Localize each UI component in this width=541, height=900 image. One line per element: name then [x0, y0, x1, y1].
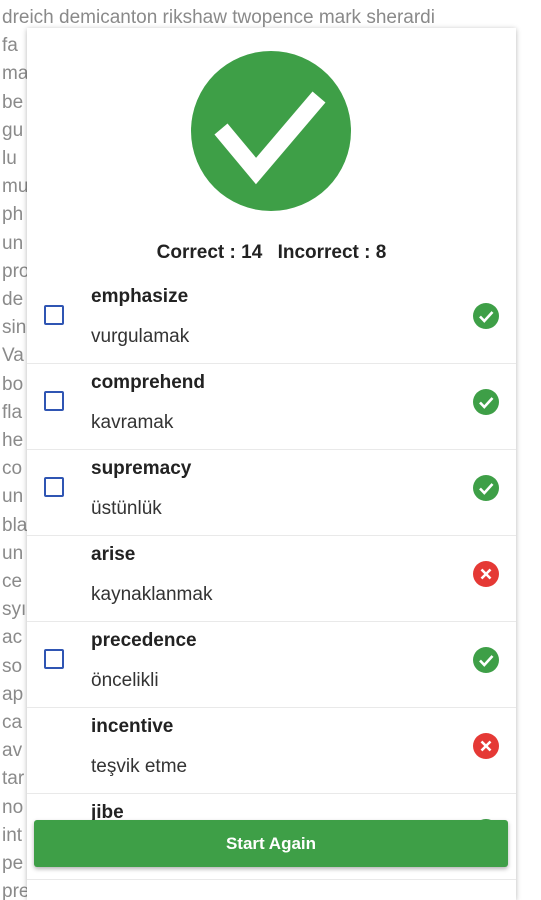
word-row-comprehend[interactable]: comprehend kavramak	[27, 364, 516, 450]
word-meaning: kavramak	[91, 412, 174, 433]
word-text: incentive	[91, 716, 174, 737]
word-row-supremacy[interactable]: supremacy üstünlük	[27, 450, 516, 536]
word-text: arise	[91, 544, 136, 565]
word-meaning: üstünlük	[91, 498, 162, 519]
incorrect-x-icon	[473, 733, 499, 759]
word-list[interactable]: emphasize vurgulamak comprehend kavramak sup…	[27, 278, 516, 880]
correct-check-icon	[473, 647, 499, 673]
word-checkbox[interactable]	[44, 391, 64, 411]
word-text: precedence	[91, 630, 197, 651]
word-meaning: teşvik etme	[91, 756, 188, 777]
word-row-emphasize[interactable]: emphasize vurgulamak	[27, 278, 516, 364]
word-row-precedence[interactable]: precedence öncelikli	[27, 622, 516, 708]
word-row-arise[interactable]: arise kaynaklanmak	[27, 536, 516, 622]
result-dialog: Correct : 14 Incorrect : 8 emphasize vurg…	[27, 28, 516, 900]
word-checkbox[interactable]	[44, 305, 64, 325]
correct-check-icon	[473, 475, 499, 501]
word-text: comprehend	[91, 372, 206, 393]
word-text: emphasize	[91, 286, 189, 307]
score-summary: Correct : 14 Incorrect : 8	[27, 242, 516, 264]
word-meaning: öncelikli	[91, 670, 159, 691]
word-meaning: vurgulamak	[91, 326, 190, 347]
word-meaning: kaynaklanmak	[91, 584, 213, 605]
incorrect-x-icon	[473, 561, 499, 587]
word-text: supremacy	[91, 458, 192, 479]
incorrect-count: Incorrect : 8	[277, 242, 387, 263]
success-check-icon	[191, 51, 351, 211]
correct-check-icon	[473, 389, 499, 415]
word-checkbox[interactable]	[44, 477, 64, 497]
start-again-button[interactable]: Start Again	[34, 820, 508, 867]
word-row-incentive[interactable]: incentive teşvik etme	[27, 708, 516, 794]
correct-count: Correct : 14	[156, 242, 263, 263]
word-checkbox[interactable]	[44, 649, 64, 669]
correct-check-icon	[473, 303, 499, 329]
